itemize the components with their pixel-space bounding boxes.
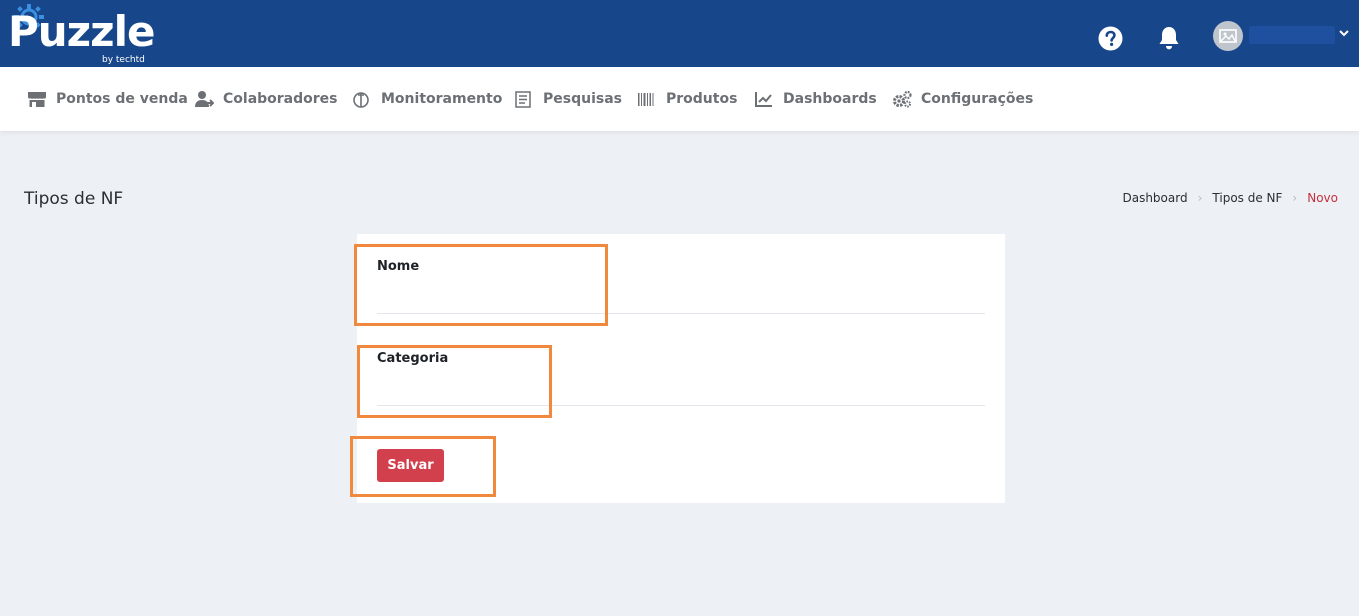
top-bar: Puzzle by techtd bbox=[0, 0, 1359, 67]
nav-item-produtos[interactable]: Produtos bbox=[637, 67, 737, 131]
nav-item-colaboradores[interactable]: Colaboradores bbox=[194, 67, 338, 131]
question-circle-icon[interactable] bbox=[1098, 26, 1123, 51]
user-name-redacted[interactable] bbox=[1249, 26, 1335, 44]
users-icon bbox=[195, 91, 214, 107]
main-navigation: Pontos de venda Colaboradores Monitorame… bbox=[0, 67, 1359, 131]
nav-label: Pontos de venda bbox=[56, 91, 188, 107]
page-title: Tipos de NF bbox=[24, 189, 124, 209]
breadcrumb-dashboard[interactable]: Dashboard bbox=[1122, 191, 1187, 205]
logo-subtitle: by techtd bbox=[102, 55, 145, 65]
nav-item-configuracoes[interactable]: Configurações bbox=[892, 67, 1033, 131]
chevron-down-icon[interactable] bbox=[1338, 27, 1350, 39]
breadcrumb-current: Novo bbox=[1307, 191, 1338, 205]
save-button[interactable]: Salvar bbox=[377, 449, 444, 482]
bell-icon[interactable] bbox=[1157, 25, 1181, 51]
user-avatar[interactable] bbox=[1213, 21, 1243, 51]
nav-item-monitoramento[interactable]: Monitoramento bbox=[352, 67, 502, 131]
image-placeholder-icon bbox=[1219, 29, 1237, 43]
nome-label: Nome bbox=[377, 259, 420, 274]
app-logo[interactable]: Puzzle by techtd bbox=[8, 4, 158, 65]
nome-input[interactable] bbox=[377, 284, 985, 314]
nav-item-pesquisas[interactable]: Pesquisas bbox=[514, 67, 622, 131]
nav-label: Monitoramento bbox=[381, 91, 503, 107]
nav-label: Colaboradores bbox=[223, 91, 338, 107]
nav-item-pontos-de-venda[interactable]: Pontos de venda bbox=[27, 67, 188, 131]
nav-label: Pesquisas bbox=[543, 91, 622, 107]
breadcrumb-tipos-de-nf[interactable]: Tipos de NF bbox=[1212, 191, 1282, 205]
logo-text: Puzzle bbox=[8, 7, 155, 56]
breadcrumb: Dashboard › Tipos de NF › Novo bbox=[1122, 191, 1338, 205]
categoria-input[interactable] bbox=[377, 376, 985, 406]
nav-label: Dashboards bbox=[783, 91, 877, 107]
survey-icon bbox=[515, 91, 531, 108]
store-icon bbox=[28, 92, 46, 107]
field-nome: Nome bbox=[377, 259, 985, 314]
categoria-label: Categoria bbox=[377, 351, 449, 366]
gears-icon bbox=[893, 90, 912, 108]
nav-label: Produtos bbox=[666, 91, 738, 107]
barcode-icon bbox=[638, 93, 654, 106]
chart-line-icon bbox=[755, 92, 772, 107]
nav-label: Configurações bbox=[921, 91, 1034, 107]
monitor-icon bbox=[353, 92, 369, 108]
field-categoria: Categoria bbox=[377, 351, 985, 406]
breadcrumb-separator-icon: › bbox=[1292, 191, 1298, 205]
breadcrumb-separator-icon: › bbox=[1197, 191, 1203, 205]
nav-item-dashboards[interactable]: Dashboards bbox=[754, 67, 877, 131]
form-card: Nome Categoria Salvar bbox=[357, 234, 1005, 503]
